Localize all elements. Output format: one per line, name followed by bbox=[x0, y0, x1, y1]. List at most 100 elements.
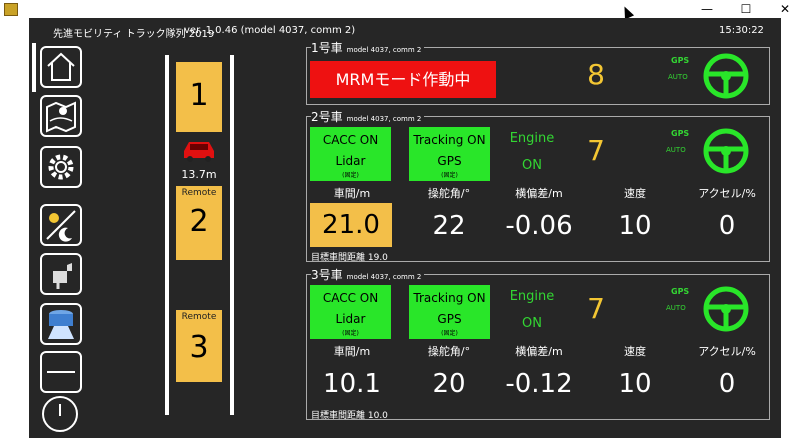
vehicle-3-count: 7 bbox=[587, 292, 605, 325]
speed-label: 速度 bbox=[624, 345, 646, 358]
day-night-button[interactable] bbox=[40, 204, 82, 246]
minimize-button[interactable]: — bbox=[692, 0, 722, 18]
lateral-deviation-value: -0.12 bbox=[505, 369, 573, 399]
steering-wheel-icon bbox=[703, 286, 749, 332]
vehicle-3-title: 3号車 model 4037, comm 2 bbox=[311, 266, 425, 283]
vehicle-1-model: model 4037, comm 2 bbox=[346, 46, 422, 54]
vehicle-1-title: 1号車 model 4037, comm 2 bbox=[311, 39, 425, 56]
sensor-button[interactable] bbox=[40, 303, 82, 345]
tracking-fixed: (固定) bbox=[441, 330, 458, 337]
camera-button[interactable] bbox=[40, 253, 82, 295]
map-icon bbox=[46, 101, 76, 133]
settings-button[interactable] bbox=[40, 146, 82, 188]
steering-wheel-icon bbox=[703, 128, 749, 174]
position-3-remote: Remote bbox=[181, 312, 217, 322]
position-2-remote: Remote bbox=[181, 188, 217, 198]
mrm-status-banner: MRMモード作動中 bbox=[310, 61, 496, 98]
cacc-sensor: Lidar bbox=[335, 312, 366, 326]
power-button[interactable] bbox=[40, 394, 82, 436]
speed-label: 速度 bbox=[624, 187, 646, 200]
home-button[interactable] bbox=[40, 46, 82, 88]
distance-label: 車間/m bbox=[333, 345, 371, 358]
steering-angle-label: 操舵角/° bbox=[427, 187, 471, 200]
window-titlebar: — ☐ ✕ bbox=[0, 0, 800, 18]
vehicle-1-gps: GPS bbox=[671, 56, 690, 65]
minus-icon bbox=[47, 371, 75, 373]
position-3-box[interactable]: Remote 3 bbox=[176, 310, 222, 382]
vehicle-1-auto: AUTO bbox=[668, 73, 688, 81]
engine-label: Engine bbox=[509, 289, 555, 304]
cacc-fixed: (固定) bbox=[342, 172, 359, 179]
position-3-number: 3 bbox=[189, 330, 209, 365]
accelerator-label: アクセル/% bbox=[698, 187, 756, 200]
vehicle-2-auto: AUTO bbox=[666, 146, 686, 154]
sensor-icon bbox=[48, 310, 74, 339]
close-button[interactable]: ✕ bbox=[770, 0, 800, 18]
vehicle-1-panel: 1号車 model 4037, comm 2 MRMモード作動中 8 GPS AU… bbox=[306, 39, 770, 105]
cacc-label: CACC ON bbox=[322, 291, 379, 305]
home-icon bbox=[47, 52, 75, 81]
map-button[interactable] bbox=[40, 95, 82, 137]
clock: 15:30:22 bbox=[719, 25, 764, 36]
position-1-box[interactable]: 1 bbox=[176, 62, 222, 132]
steering-angle-label: 操舵角/° bbox=[427, 345, 471, 358]
target-distance: 目標車間距離 19.0 bbox=[311, 253, 388, 263]
tracking-source: GPS bbox=[437, 312, 462, 326]
sidebar-selection-indicator bbox=[32, 43, 36, 92]
lateral-deviation-label: 横偏差/m bbox=[515, 187, 563, 200]
day-night-icon bbox=[46, 210, 76, 242]
target-distance: 目標車間距離 10.0 bbox=[311, 411, 388, 421]
steering-wheel-icon bbox=[703, 53, 749, 99]
distance-value: 10.1 bbox=[323, 369, 381, 399]
tracking-button[interactable]: Tracking ON GPS (固定) bbox=[409, 285, 490, 339]
power-icon bbox=[42, 396, 78, 432]
gear-icon bbox=[48, 154, 74, 180]
tracking-label: Tracking ON bbox=[413, 133, 486, 147]
lane-line-right bbox=[230, 55, 234, 415]
minimize-panel-button[interactable] bbox=[40, 351, 82, 393]
cacc-button[interactable]: CACC ON Lidar (固定) bbox=[310, 285, 391, 339]
cacc-button[interactable]: CACC ON Lidar (固定) bbox=[310, 127, 391, 181]
vehicle-3-gps: GPS bbox=[671, 287, 690, 296]
position-1-number: 1 bbox=[189, 78, 209, 113]
maximize-button[interactable]: ☐ bbox=[731, 0, 761, 18]
version-label: ver. 1.0.46 (model 4037, comm 2) bbox=[184, 25, 356, 36]
vehicle-3-panel: 3号車 model 4037, comm 2 CACC ON Lidar (固定)… bbox=[306, 266, 770, 421]
gap-distance-label: 13.7m bbox=[181, 168, 217, 181]
accelerator-label: アクセル/% bbox=[698, 345, 756, 358]
cacc-sensor: Lidar bbox=[335, 154, 366, 168]
vehicle-2-model: model 4037, comm 2 bbox=[346, 115, 422, 123]
vehicle-3-auto: AUTO bbox=[666, 304, 686, 312]
vehicle-2-count: 7 bbox=[587, 134, 605, 167]
vehicle-1-count: 8 bbox=[587, 58, 605, 91]
accelerator-value: 0 bbox=[718, 211, 736, 241]
vehicle-2-name: 2号車 bbox=[311, 110, 343, 124]
engine-state: ON bbox=[522, 316, 542, 331]
camera-icon bbox=[53, 263, 72, 289]
distance-label: 車間/m bbox=[333, 187, 371, 200]
position-2-box[interactable]: Remote 2 bbox=[176, 186, 222, 260]
engine-label: Engine bbox=[509, 131, 555, 146]
vehicle-2-gps: GPS bbox=[671, 129, 690, 138]
lateral-deviation-label: 横偏差/m bbox=[515, 345, 563, 358]
accelerator-value: 0 bbox=[718, 369, 736, 399]
vehicle-1-name: 1号車 bbox=[311, 41, 343, 55]
tracking-source: GPS bbox=[437, 154, 462, 168]
cacc-fixed: (固定) bbox=[342, 330, 359, 337]
tracking-button[interactable]: Tracking ON GPS (固定) bbox=[409, 127, 490, 181]
app-window: 先進モビリティ トラック隊列 2019 ver. 1.0.46 (model 4… bbox=[29, 18, 781, 438]
app-icon bbox=[4, 3, 18, 16]
vehicle-3-name: 3号車 bbox=[311, 268, 343, 282]
tracking-fixed: (固定) bbox=[441, 172, 458, 179]
lateral-deviation-value: -0.06 bbox=[505, 211, 573, 241]
distance-value: 21.0 bbox=[310, 203, 392, 247]
vehicle-2-title: 2号車 model 4037, comm 2 bbox=[311, 108, 425, 125]
lane-line-left bbox=[165, 55, 169, 415]
vehicle-3-model: model 4037, comm 2 bbox=[346, 273, 422, 281]
vehicle-2-panel: 2号車 model 4037, comm 2 CACC ON Lidar (固定)… bbox=[306, 108, 770, 263]
cacc-label: CACC ON bbox=[322, 133, 379, 147]
engine-state: ON bbox=[522, 158, 542, 173]
tracking-label: Tracking ON bbox=[413, 291, 486, 305]
vehicle-car-icon bbox=[184, 142, 214, 162]
position-2-number: 2 bbox=[189, 204, 209, 239]
